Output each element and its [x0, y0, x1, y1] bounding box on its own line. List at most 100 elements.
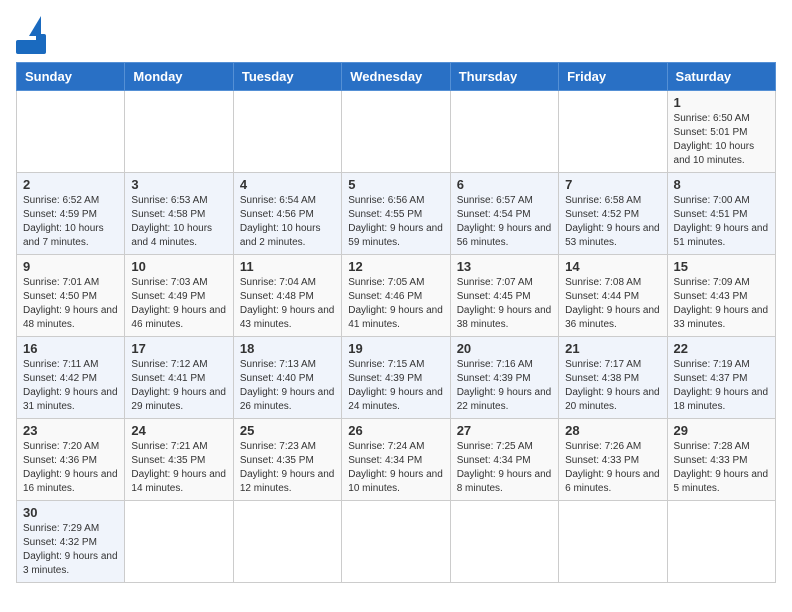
calendar-cell: 30Sunrise: 7:29 AM Sunset: 4:32 PM Dayli…: [17, 501, 125, 583]
day-info: Sunrise: 7:00 AM Sunset: 4:51 PM Dayligh…: [674, 194, 769, 250]
calendar-week-row: 16 Sunrise: 7:11 AM Sunset: 4:42 PM Dayli…: [17, 337, 776, 419]
day-info: Sunrise: 7:04 AM Sunset: 4:48 PM Dayligh…: [240, 276, 335, 332]
day-info: Sunrise: 7:12 AM Sunset: 4:41 PM Dayligh…: [131, 358, 226, 414]
calendar-cell: [450, 91, 558, 173]
calendar-cell: 26Sunrise: 7:24 AM Sunset: 4:34 PM Dayli…: [342, 419, 450, 501]
calendar-cell: [233, 501, 341, 583]
day-info: Sunrise: 6:54 AM Sunset: 4:56 PM Dayligh…: [240, 194, 335, 250]
calendar-week-row: 23 Sunrise: 7:20 AM Sunset: 4:36 PM Dayli…: [17, 419, 776, 501]
weekday-header-row: SundayMondayTuesdayWednesdayThursdayFrid…: [17, 63, 776, 91]
day-number: 2: [23, 177, 118, 192]
logo-icon: [16, 16, 46, 54]
day-info: Sunrise: 7:21 AM Sunset: 4:35 PM Dayligh…: [131, 440, 226, 496]
day-info: Sunrise: 6:56 AM Sunset: 4:55 PM Dayligh…: [348, 194, 443, 250]
calendar-cell: 2 Sunrise: 6:52 AM Sunset: 4:59 PM Daylig…: [17, 173, 125, 255]
day-info: Sunrise: 7:28 AM Sunset: 4:33 PM Dayligh…: [674, 440, 769, 496]
day-info: Sunrise: 7:05 AM Sunset: 4:46 PM Dayligh…: [348, 276, 443, 332]
calendar-cell: 11 Sunrise: 7:04 AM Sunset: 4:48 PM Dayli…: [233, 255, 341, 337]
weekday-header-friday: Friday: [559, 63, 667, 91]
calendar-cell: [342, 501, 450, 583]
day-info: Sunrise: 7:20 AM Sunset: 4:36 PM Dayligh…: [23, 440, 118, 496]
day-number: 9: [23, 259, 118, 274]
day-number: 13: [457, 259, 552, 274]
calendar-cell: 15 Sunrise: 7:09 AM Sunset: 4:43 PM Dayli…: [667, 255, 775, 337]
calendar-cell: 16 Sunrise: 7:11 AM Sunset: 4:42 PM Dayli…: [17, 337, 125, 419]
day-number: 25: [240, 423, 335, 438]
calendar-cell: 18 Sunrise: 7:13 AM Sunset: 4:40 PM Dayli…: [233, 337, 341, 419]
calendar-cell: 14 Sunrise: 7:08 AM Sunset: 4:44 PM Dayli…: [559, 255, 667, 337]
day-number: 26: [348, 423, 443, 438]
day-info: Sunrise: 7:08 AM Sunset: 4:44 PM Dayligh…: [565, 276, 660, 332]
day-number: 11: [240, 259, 335, 274]
calendar-week-row: 9 Sunrise: 7:01 AM Sunset: 4:50 PM Daylig…: [17, 255, 776, 337]
calendar-cell: [559, 91, 667, 173]
weekday-header-monday: Monday: [125, 63, 233, 91]
calendar-cell: 23 Sunrise: 7:20 AM Sunset: 4:36 PM Dayli…: [17, 419, 125, 501]
day-info: Sunrise: 6:57 AM Sunset: 4:54 PM Dayligh…: [457, 194, 552, 250]
day-number: 28: [565, 423, 660, 438]
day-number: 7: [565, 177, 660, 192]
calendar-cell: 22 Sunrise: 7:19 AM Sunset: 4:37 PM Dayli…: [667, 337, 775, 419]
weekday-header-sunday: Sunday: [17, 63, 125, 91]
day-info: Sunrise: 7:01 AM Sunset: 4:50 PM Dayligh…: [23, 276, 118, 332]
day-number: 1: [674, 95, 769, 110]
calendar-cell: [667, 501, 775, 583]
calendar-cell: 13 Sunrise: 7:07 AM Sunset: 4:45 PM Dayli…: [450, 255, 558, 337]
day-number: 6: [457, 177, 552, 192]
day-number: 20: [457, 341, 552, 356]
day-info: Sunrise: 7:26 AM Sunset: 4:33 PM Dayligh…: [565, 440, 660, 496]
day-info: Sunrise: 6:50 AM Sunset: 5:01 PM Dayligh…: [674, 112, 769, 168]
day-info: Sunrise: 7:15 AM Sunset: 4:39 PM Dayligh…: [348, 358, 443, 414]
calendar-cell: [233, 91, 341, 173]
logo: [16, 16, 54, 54]
day-info: Sunrise: 6:52 AM Sunset: 4:59 PM Dayligh…: [23, 194, 118, 250]
calendar-cell: 8Sunrise: 7:00 AM Sunset: 4:51 PM Daylig…: [667, 173, 775, 255]
day-number: 19: [348, 341, 443, 356]
day-number: 21: [565, 341, 660, 356]
calendar-cell: 19 Sunrise: 7:15 AM Sunset: 4:39 PM Dayli…: [342, 337, 450, 419]
calendar-cell: [559, 501, 667, 583]
day-info: Sunrise: 7:17 AM Sunset: 4:38 PM Dayligh…: [565, 358, 660, 414]
calendar-cell: [125, 91, 233, 173]
calendar-cell: [342, 91, 450, 173]
day-number: 15: [674, 259, 769, 274]
calendar-cell: [17, 91, 125, 173]
day-number: 23: [23, 423, 118, 438]
day-number: 10: [131, 259, 226, 274]
day-number: 3: [131, 177, 226, 192]
calendar-cell: 1 Sunrise: 6:50 AM Sunset: 5:01 PM Daylig…: [667, 91, 775, 173]
day-info: Sunrise: 7:13 AM Sunset: 4:40 PM Dayligh…: [240, 358, 335, 414]
day-number: 27: [457, 423, 552, 438]
day-number: 14: [565, 259, 660, 274]
day-number: 16: [23, 341, 118, 356]
day-number: 17: [131, 341, 226, 356]
calendar-cell: 29 Sunrise: 7:28 AM Sunset: 4:33 PM Dayli…: [667, 419, 775, 501]
day-info: Sunrise: 7:16 AM Sunset: 4:39 PM Dayligh…: [457, 358, 552, 414]
calendar-cell: 6 Sunrise: 6:57 AM Sunset: 4:54 PM Daylig…: [450, 173, 558, 255]
day-info: Sunrise: 7:25 AM Sunset: 4:34 PM Dayligh…: [457, 440, 552, 496]
calendar-week-row: 1 Sunrise: 6:50 AM Sunset: 5:01 PM Daylig…: [17, 91, 776, 173]
day-info: Sunrise: 7:11 AM Sunset: 4:42 PM Dayligh…: [23, 358, 118, 414]
day-number: 18: [240, 341, 335, 356]
day-number: 12: [348, 259, 443, 274]
calendar-cell: 4Sunrise: 6:54 AM Sunset: 4:56 PM Daylig…: [233, 173, 341, 255]
weekday-header-tuesday: Tuesday: [233, 63, 341, 91]
calendar-cell: 7Sunrise: 6:58 AM Sunset: 4:52 PM Daylig…: [559, 173, 667, 255]
day-info: Sunrise: 7:07 AM Sunset: 4:45 PM Dayligh…: [457, 276, 552, 332]
day-number: 5: [348, 177, 443, 192]
calendar-cell: 12 Sunrise: 7:05 AM Sunset: 4:46 PM Dayli…: [342, 255, 450, 337]
calendar-cell: 25Sunrise: 7:23 AM Sunset: 4:35 PM Dayli…: [233, 419, 341, 501]
weekday-header-wednesday: Wednesday: [342, 63, 450, 91]
day-info: Sunrise: 6:53 AM Sunset: 4:58 PM Dayligh…: [131, 194, 226, 250]
day-info: Sunrise: 7:19 AM Sunset: 4:37 PM Dayligh…: [674, 358, 769, 414]
page-header: [16, 16, 776, 54]
calendar-cell: 17 Sunrise: 7:12 AM Sunset: 4:41 PM Dayli…: [125, 337, 233, 419]
day-number: 24: [131, 423, 226, 438]
calendar-cell: 24 Sunrise: 7:21 AM Sunset: 4:35 PM Dayli…: [125, 419, 233, 501]
day-number: 22: [674, 341, 769, 356]
calendar-week-row: 2 Sunrise: 6:52 AM Sunset: 4:59 PM Daylig…: [17, 173, 776, 255]
calendar-cell: 27 Sunrise: 7:25 AM Sunset: 4:34 PM Dayli…: [450, 419, 558, 501]
day-number: 29: [674, 423, 769, 438]
day-info: Sunrise: 7:09 AM Sunset: 4:43 PM Dayligh…: [674, 276, 769, 332]
day-info: Sunrise: 7:03 AM Sunset: 4:49 PM Dayligh…: [131, 276, 226, 332]
